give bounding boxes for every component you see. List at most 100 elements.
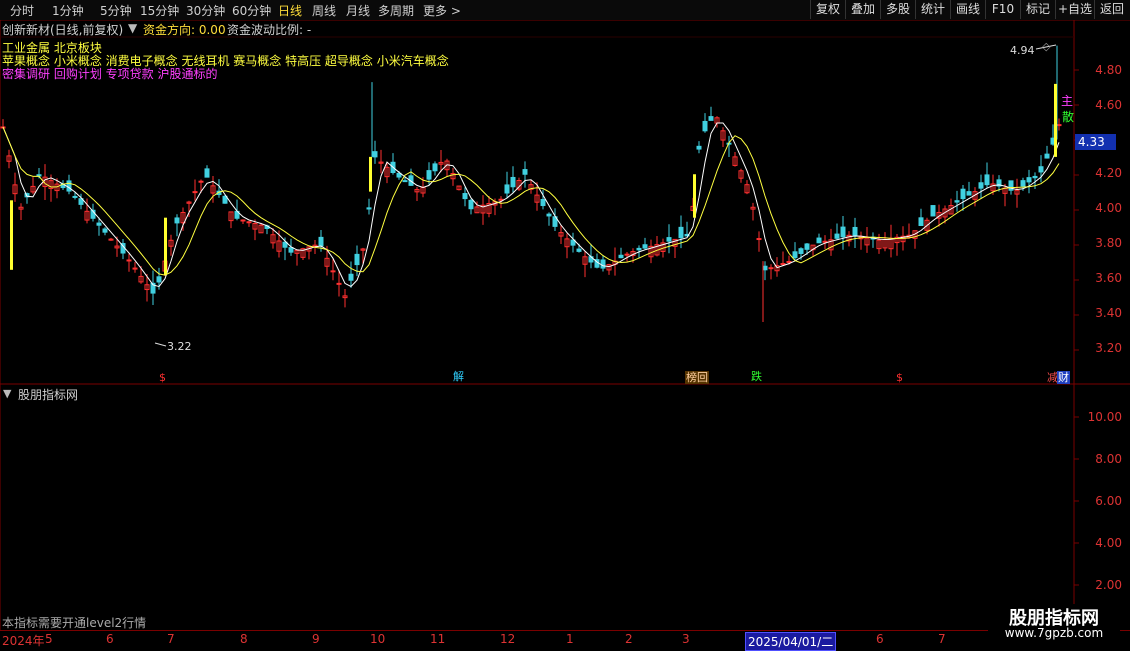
candle-body: [522, 169, 528, 175]
date-axis: 2024年 5 6 7 8 9 10 11 12 1 2 3 2025/04/0…: [0, 630, 1130, 651]
candle-body: [366, 207, 372, 210]
sub-tick: 2.00: [1095, 578, 1122, 592]
candle-body: [468, 199, 474, 210]
signal-bars: [10, 44, 1057, 347]
price-tick: 4.00: [1095, 201, 1122, 215]
candle-body: [666, 237, 672, 242]
price-tick: 3.80: [1095, 236, 1122, 250]
candle-body: [36, 174, 42, 177]
selected-date-box: 2025/04/01/二: [745, 632, 837, 651]
candle-body: [822, 240, 828, 243]
candle-body: [1056, 124, 1062, 127]
candle-body: [852, 226, 858, 237]
date-tick: 2024年: [2, 634, 45, 648]
date-tick: 6: [876, 632, 884, 646]
candle-body: [708, 116, 714, 121]
date-tick: 3: [682, 632, 690, 646]
signal-tag[interactable]: $: [895, 371, 904, 384]
candle-body: [546, 213, 552, 217]
date-tick: 7: [938, 632, 946, 646]
candle-body: [318, 236, 324, 247]
signal-tag[interactable]: 解: [452, 370, 465, 383]
low-pointer: [154, 342, 167, 347]
price-tick: 3.40: [1095, 306, 1122, 320]
candle-body: [960, 188, 966, 200]
candle-body: [984, 174, 990, 186]
candle-body: [966, 191, 972, 196]
candle-body: [786, 260, 792, 263]
chart-frame: [0, 20, 1130, 630]
candle-body: [918, 217, 924, 227]
candle-body: [402, 180, 408, 183]
moving-averages: [2, 122, 1060, 288]
candle-body: [804, 243, 810, 250]
candle-body: [834, 233, 840, 239]
candle-body: [954, 200, 960, 203]
date-tick: 5: [45, 632, 53, 646]
ma-long-line: [2, 126, 1060, 276]
candle-body: [156, 276, 162, 283]
candle-body: [636, 247, 642, 251]
sub-tick: 6.00: [1095, 494, 1122, 508]
candle-body: [762, 265, 768, 271]
date-tick: 8: [240, 632, 248, 646]
candle-body: [198, 180, 204, 183]
date-tick: 10: [370, 632, 386, 646]
candle-body: [246, 221, 252, 224]
side-tag-main: 主: [1061, 94, 1074, 108]
sub-panel-title: 股朋指标网: [18, 388, 79, 402]
candle-body: [600, 259, 606, 269]
candle-body: [768, 267, 774, 270]
candle-body: [642, 244, 648, 249]
candle-body: [1020, 180, 1026, 187]
candle-body: [1038, 166, 1044, 173]
candle-body: [192, 191, 198, 194]
price-tick: 3.60: [1095, 271, 1122, 285]
sub-tick: 8.00: [1095, 452, 1122, 466]
side-tag-retail: 散: [1062, 110, 1075, 124]
diamond-icon[interactable]: ◇: [1042, 40, 1050, 53]
candle-body: [432, 163, 438, 172]
candle-body: [540, 198, 546, 207]
ma-short-line: [2, 122, 1060, 288]
candle-body: [798, 248, 804, 254]
current-price-box: 4.33: [1075, 134, 1116, 150]
candle-body: [174, 217, 180, 224]
candle-body: [126, 259, 132, 262]
candle-body: [72, 195, 78, 198]
candle-body: [354, 253, 360, 266]
candle-body: [204, 168, 210, 178]
sub-tick: 4.00: [1095, 536, 1122, 550]
candle-body: [930, 205, 936, 217]
signal-tag[interactable]: 财: [1057, 371, 1070, 384]
chevron-down-icon[interactable]: ▼: [3, 387, 11, 400]
candle-body: [792, 251, 798, 259]
candle-body: [426, 170, 432, 180]
candle-body: [1044, 153, 1050, 159]
price-tick: 3.20: [1095, 341, 1122, 355]
candlestick-chart[interactable]: [0, 0, 1130, 650]
candle-body: [756, 238, 762, 241]
candle-body: [288, 247, 294, 253]
candle-body: [618, 254, 624, 259]
watermark-url: www.7gpzb.com: [1004, 626, 1104, 640]
signal-bar: [1054, 83, 1057, 157]
date-tick: 11: [430, 632, 446, 646]
candle-body: [348, 273, 354, 281]
candle-body: [96, 222, 102, 226]
candle-body: [978, 182, 984, 189]
candle-body: [336, 282, 342, 285]
signal-tag[interactable]: 榜回: [685, 371, 709, 384]
date-tick: 6: [106, 632, 114, 646]
date-tick: 12: [500, 632, 516, 646]
signal-tag[interactable]: 跌: [750, 370, 763, 383]
low-price-label: 3.22: [167, 340, 192, 353]
signal-bar: [164, 217, 167, 276]
candle-body: [372, 151, 378, 158]
signal-tag[interactable]: $: [158, 371, 167, 384]
candle-body: [678, 226, 684, 239]
candle-body: [240, 219, 246, 222]
level2-note: 本指标需要开通level2行情: [2, 616, 147, 630]
sub-tick: 10.00: [1087, 410, 1122, 424]
high-price-label: 4.94: [1010, 44, 1035, 57]
